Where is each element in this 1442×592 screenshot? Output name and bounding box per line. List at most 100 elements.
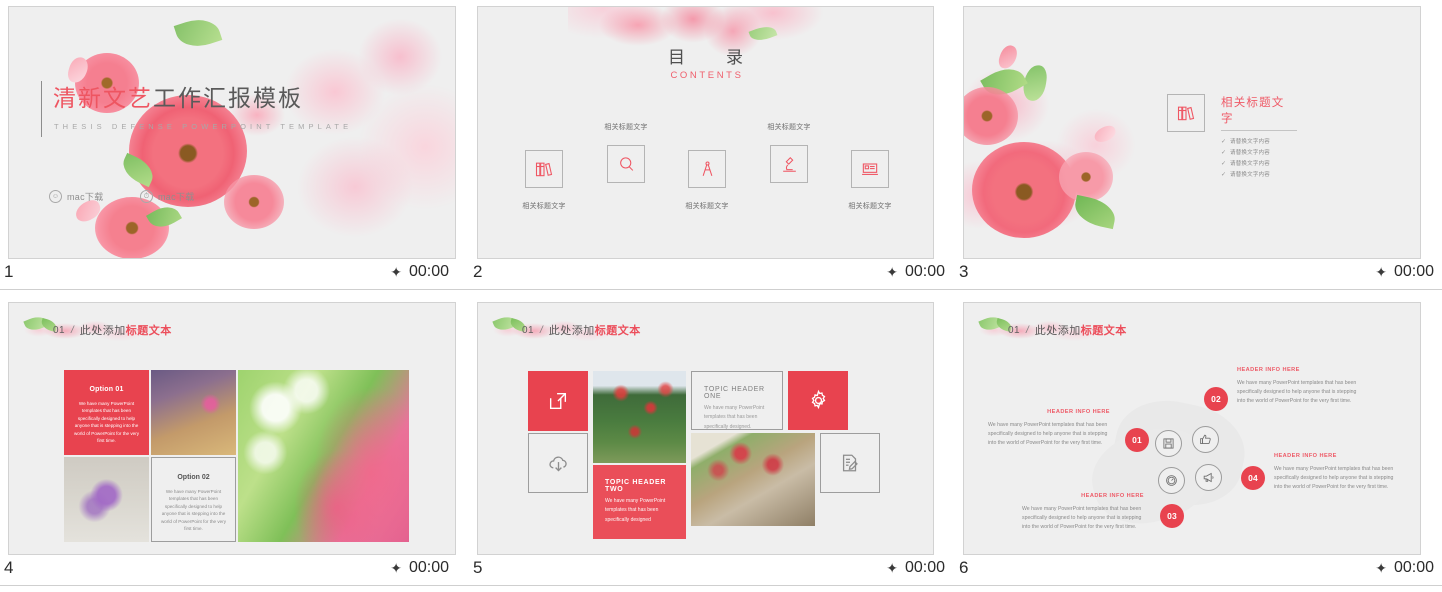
slide-cell-3[interactable]: 相关标题文字 ✓ 请替换文字内容 ✓ 请替换文字内容 ✓ 请替换文字内容 ✓ 请… <box>955 0 1442 296</box>
gear-tile[interactable] <box>788 371 848 430</box>
list-item-label: 请替换文字内容 <box>1230 161 1270 167</box>
option-card-1[interactable]: Option 01 We have many PowerPoint templa… <box>64 370 149 455</box>
slide-2[interactable]: 目 录 CONTENTS 相关标题文字 相关标题文字 相关标题文字 相关标题文字… <box>477 6 934 259</box>
option-card-body: We have many PowerPoint templates that h… <box>73 401 140 444</box>
slide-number: 5 <box>473 558 483 577</box>
contents-item-1[interactable]: 相关标题文字 <box>512 150 576 211</box>
topic-header-one-card[interactable]: TOPIC HEADER ONE We have many PowerPoint… <box>691 371 783 430</box>
contents-item-5[interactable]: 相关标题文字 <box>838 150 902 211</box>
slide-number: 2 <box>473 262 483 281</box>
slide-number: 3 <box>959 262 969 281</box>
star-icon[interactable]: ✦ <box>886 264 898 281</box>
info-body: We have many PowerPoint templates that h… <box>988 422 1108 446</box>
topic-header-two-card[interactable]: TOPIC HEADER TWO We have many PowerPoint… <box>593 465 686 539</box>
save-icon <box>1162 437 1175 450</box>
text-block: 相关标题文字 ✓ 请替换文字内容 ✓ 请替换文字内容 ✓ 请替换文字内容 ✓ 请… <box>1221 94 1297 181</box>
laptop-icon <box>851 150 889 188</box>
contents-item-label: 相关标题文字 <box>604 124 648 131</box>
info-heading: HEADER INFO HERE <box>1047 409 1110 415</box>
check-icon: ✓ <box>1221 160 1227 167</box>
option-card-2[interactable]: Option 02 We have many PowerPoint templa… <box>151 457 236 542</box>
slide-title-red: 清新文艺 <box>53 86 153 112</box>
pink-azalea-photo <box>238 370 409 542</box>
star-icon[interactable]: ✦ <box>886 560 898 577</box>
slide-caption-2: 2 ✦ 00:00 <box>469 262 955 290</box>
node-icon-gauge[interactable] <box>1158 467 1185 494</box>
blossom-road-photo <box>691 433 815 526</box>
flower-decoration <box>972 142 1076 238</box>
section-header: 01 / 此处添加标题文本 <box>19 313 172 342</box>
slide-thumbnail-grid: 清新文艺工作汇报模板 THESIS DEFENSE POWERPOINT TEM… <box>0 0 1442 592</box>
external-link-tile[interactable] <box>528 371 588 431</box>
search-icon <box>607 145 645 183</box>
gauge-icon <box>1165 474 1178 487</box>
topic-heading: TOPIC HEADER ONE <box>704 386 765 400</box>
star-icon[interactable]: ✦ <box>390 264 402 281</box>
check-icon: ✓ <box>1221 138 1227 145</box>
node-icon-save[interactable] <box>1155 430 1182 457</box>
slide-subtitle: THESIS DEFENSE POWERPOINT TEMPLATE <box>54 122 353 131</box>
microscope-icon <box>770 145 808 183</box>
option-card-body: We have many PowerPoint templates that h… <box>160 489 227 532</box>
option-card-heading: Option 01 <box>89 386 124 393</box>
download-link-mac-1[interactable]: ☺ mac下载 <box>49 190 104 203</box>
external-link-icon <box>547 390 569 412</box>
slide-4[interactable]: 01 / 此处添加标题文本 Option 01 We have many Pow… <box>8 302 456 555</box>
slide-cell-6[interactable]: 01 / 此处添加标题文本 01 02 03 04 HEADER INFO HE… <box>955 296 1442 592</box>
slide-caption-1: 1 ✦ 00:00 <box>0 262 469 290</box>
slide-6[interactable]: 01 / 此处添加标题文本 01 02 03 04 HEADER INFO HE… <box>963 302 1421 555</box>
clock-circle-icon: ⏱ <box>140 190 153 203</box>
purple-flowers-photo <box>64 457 149 542</box>
node-badge-04[interactable]: 04 <box>1241 466 1265 490</box>
section-title: 相关标题文字 <box>1221 94 1297 131</box>
slide-meta: ✦ 00:00 <box>1375 263 1434 281</box>
info-block-2: HEADER INFO HERE We have many PowerPoint… <box>1237 367 1357 406</box>
slide-5[interactable]: 01 / 此处添加标题文本 TOPIC HEADER TWO We have m… <box>477 302 934 555</box>
section-slash: / <box>70 324 74 336</box>
node-icon-megaphone[interactable] <box>1195 464 1222 491</box>
node-badge-02[interactable]: 02 <box>1204 387 1228 411</box>
flower-decoration <box>95 197 169 258</box>
node-badge-03[interactable]: 03 <box>1160 504 1184 528</box>
contents-heading-en: CONTENTS <box>670 70 744 81</box>
contents-item-4[interactable]: 相关标题文字 <box>757 122 821 183</box>
download-link-mac-2[interactable]: ⏱ mac下载 <box>140 190 195 203</box>
slide-cell-5[interactable]: 01 / 此处添加标题文本 TOPIC HEADER TWO We have m… <box>469 296 955 592</box>
section-number: 01 <box>522 324 534 336</box>
slide-caption-3: 3 ✦ 00:00 <box>955 262 1442 290</box>
star-icon[interactable]: ✦ <box>390 560 402 577</box>
slide-1[interactable]: 清新文艺工作汇报模板 THESIS DEFENSE POWERPOINT TEM… <box>8 6 456 259</box>
title-block: 清新文艺工作汇报模板 THESIS DEFENSE POWERPOINT TEM… <box>41 79 353 137</box>
slide-cell-2[interactable]: 目 录 CONTENTS 相关标题文字 相关标题文字 相关标题文字 相关标题文字… <box>469 0 955 296</box>
thumbs-up-icon <box>1199 433 1212 446</box>
slide-cell-1[interactable]: 清新文艺工作汇报模板 THESIS DEFENSE POWERPOINT TEM… <box>0 0 469 296</box>
option-card-heading: Option 02 <box>177 474 210 481</box>
node-badge-01[interactable]: 01 <box>1125 428 1149 452</box>
slide-duration: 00:00 <box>904 263 945 280</box>
slide-caption-6: 6 ✦ 00:00 <box>955 558 1442 586</box>
slide-3[interactable]: 相关标题文字 ✓ 请替换文字内容 ✓ 请替换文字内容 ✓ 请替换文字内容 ✓ 请… <box>963 6 1421 259</box>
edit-document-tile[interactable] <box>820 433 880 493</box>
contents-item-label: 相关标题文字 <box>685 203 729 210</box>
contents-item-2[interactable]: 相关标题文字 <box>594 122 658 183</box>
star-icon[interactable]: ✦ <box>1375 264 1387 281</box>
flower-decoration <box>224 175 284 229</box>
star-icon[interactable]: ✦ <box>1375 560 1387 577</box>
list-item: ✓ 请替换文字内容 <box>1221 137 1297 146</box>
slide-number: 6 <box>959 558 969 577</box>
cloud-download-tile[interactable] <box>528 433 588 493</box>
section-title: 此处添加标题文本 <box>549 322 641 338</box>
purple-cosmos-photo <box>151 370 236 455</box>
user-circle-icon: ☺ <box>49 190 62 203</box>
info-block-4: HEADER INFO HERE We have many PowerPoint… <box>1274 453 1396 492</box>
contents-item-3[interactable]: 相关标题文字 <box>675 150 739 211</box>
cloud-download-icon <box>547 452 570 475</box>
contents-item-label: 相关标题文字 <box>848 203 892 210</box>
node-icon-thumbs-up[interactable] <box>1192 426 1219 453</box>
list-item: ✓ 请替换文字内容 <box>1221 148 1297 157</box>
info-body: We have many PowerPoint templates that h… <box>1237 380 1357 404</box>
content-block: 相关标题文字 ✓ 请替换文字内容 ✓ 请替换文字内容 ✓ 请替换文字内容 ✓ 请… <box>1167 94 1297 181</box>
slide-cell-4[interactable]: 01 / 此处添加标题文本 Option 01 We have many Pow… <box>0 296 469 592</box>
slide-duration: 00:00 <box>1393 559 1434 576</box>
rose-bush-bicycle-photo <box>593 371 686 463</box>
